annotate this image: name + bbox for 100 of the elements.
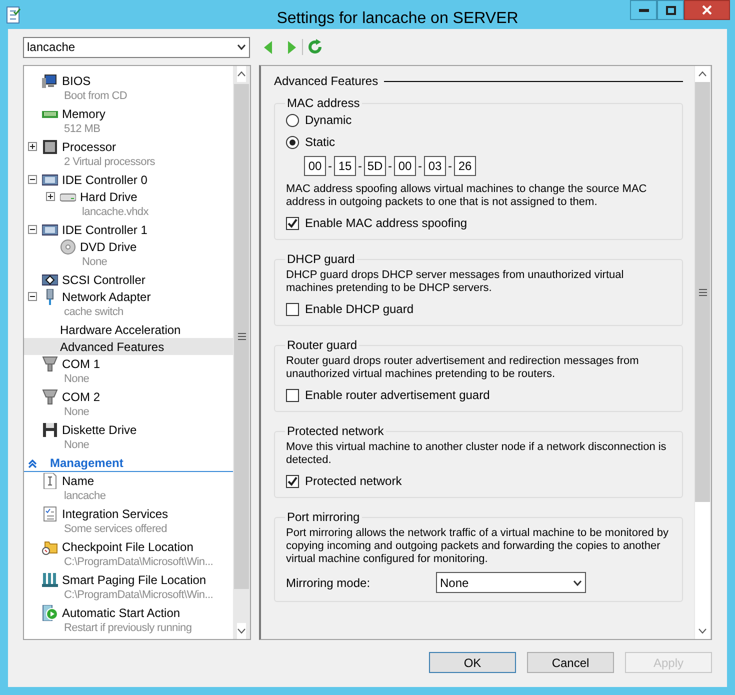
dialog-button[interactable]: OK bbox=[429, 652, 516, 673]
close-icon bbox=[702, 5, 712, 15]
group-title: DHCP guard bbox=[286, 251, 356, 268]
mac-octet-field[interactable]: 5D bbox=[364, 156, 386, 176]
vm-selector[interactable]: lancache bbox=[23, 36, 250, 58]
item-name: DVD Drive bbox=[80, 238, 137, 256]
mirroring-mode-dropdown[interactable]: None bbox=[436, 572, 586, 593]
group-title: Protected network bbox=[286, 423, 385, 440]
tree-item[interactable]: Smart Paging File Location C:\ProgramData\Microsoft\Win... bbox=[24, 571, 233, 604]
tree-item[interactable]: Name lancache bbox=[24, 472, 233, 505]
item-detail: lancache bbox=[64, 489, 106, 504]
item-detail: 2 Virtual processors bbox=[64, 155, 156, 170]
collapse-icon[interactable] bbox=[28, 225, 37, 234]
scroll-down-icon[interactable] bbox=[237, 623, 246, 639]
mac-octet-field[interactable]: 03 bbox=[424, 156, 446, 176]
item-name: Diskette Drive bbox=[62, 422, 137, 438]
tree-item[interactable]: IDE Controller 1 bbox=[24, 221, 233, 238]
tree-item[interactable]: Automatic Start Action Restart if previously running bbox=[24, 604, 233, 637]
item-name: COM 1 bbox=[62, 356, 100, 372]
description-text: Port mirroring allows the network traffic of a virtual machine to be monitored by copying incoming and outgoing packets and forwarding the copies to another virtual machine configured for monitoring. bbox=[286, 527, 670, 566]
checklist-icon bbox=[42, 506, 58, 522]
mac-octet-field[interactable]: 00 bbox=[394, 156, 416, 176]
tree-item[interactable]: BIOS Boot from CD bbox=[24, 72, 233, 105]
tree-item[interactable]: COM 2 None bbox=[24, 388, 233, 421]
mac-octet-field[interactable]: 15 bbox=[334, 156, 356, 176]
description-text: DHCP guard drops DHCP server messages from unauthorized virtual machines pretending to be DHCP servers. bbox=[286, 269, 625, 295]
radio-button[interactable]: Static bbox=[286, 134, 671, 150]
collapse-icon[interactable] bbox=[28, 292, 37, 301]
tree-item[interactable]: Advanced Features bbox=[24, 338, 233, 355]
item-detail: Boot from CD bbox=[64, 89, 128, 104]
scroll-thumb[interactable] bbox=[234, 84, 249, 589]
description-text: Router guard drops router advertisement and redirection messages from unauthorized virtual machines pretending to be routers. bbox=[286, 355, 640, 381]
scrollbar[interactable] bbox=[694, 66, 711, 639]
item-name: Checkpoint File Location bbox=[62, 538, 194, 556]
tree-item[interactable]: Hardware Acceleration bbox=[24, 321, 233, 338]
grip-icon bbox=[238, 333, 246, 340]
item-name: Hard Drive bbox=[80, 188, 138, 206]
expand-icon[interactable] bbox=[46, 192, 55, 201]
mac-octet-field[interactable]: 26 bbox=[454, 156, 476, 176]
close-button[interactable] bbox=[684, 0, 730, 20]
tree-item[interactable]: SCSI Controller bbox=[24, 271, 233, 288]
checkbox[interactable]: Protected network bbox=[286, 473, 671, 489]
description-text: Move this virtual machine to another cluster node if a network disconnection is detected. bbox=[286, 441, 668, 467]
item-name: Hardware Acceleration bbox=[60, 322, 181, 338]
tree-item[interactable]: Integration Services Some services offered bbox=[24, 505, 233, 538]
maximize-button[interactable] bbox=[657, 0, 684, 20]
item-detail: None bbox=[64, 372, 90, 388]
checkbox[interactable]: Enable router advertisement guard bbox=[286, 387, 671, 403]
radio-button[interactable]: Dynamic bbox=[286, 112, 671, 128]
mac-octet-field[interactable]: 00 bbox=[304, 156, 326, 176]
item-name: Integration Services bbox=[62, 506, 168, 522]
settings-window-icon bbox=[6, 6, 22, 24]
computer-icon bbox=[42, 72, 58, 88]
tree-item[interactable]: DVD Drive None bbox=[24, 238, 233, 271]
item-name: IDE Controller 1 bbox=[62, 222, 148, 238]
item-name: SCSI Controller bbox=[62, 272, 146, 288]
checkbox[interactable]: Enable DHCP guard bbox=[286, 301, 671, 317]
collapse-icon[interactable] bbox=[28, 175, 37, 184]
tree-item[interactable]: IDE Controller 0 bbox=[24, 171, 233, 188]
octet-separator: - bbox=[418, 158, 422, 175]
scrollbar[interactable] bbox=[233, 66, 250, 639]
item-name: Memory bbox=[62, 106, 106, 122]
dialog-button[interactable]: Cancel bbox=[527, 652, 614, 673]
item-name: IDE Controller 0 bbox=[62, 172, 148, 188]
checkbox[interactable]: Enable MAC address spoofing bbox=[286, 215, 671, 231]
collapse-chevron-icon[interactable] bbox=[28, 458, 37, 468]
item-detail: C:\ProgramData\Microsoft\Win... bbox=[64, 555, 214, 570]
scroll-up-icon[interactable] bbox=[237, 66, 246, 82]
folder-icon bbox=[42, 538, 58, 554]
serial-port-icon bbox=[42, 356, 58, 372]
controller-card-icon bbox=[42, 272, 58, 288]
tree-item[interactable]: Memory 512 MB bbox=[24, 105, 233, 138]
item-detail: Restart if previously running bbox=[64, 621, 192, 636]
item-detail: Some services offered bbox=[64, 522, 167, 538]
minimize-icon bbox=[638, 8, 648, 12]
tree-item[interactable]: Hard Drive lancache.vhdx bbox=[24, 188, 233, 221]
group-title: Router guard bbox=[286, 337, 358, 354]
group-title: Port mirroring bbox=[286, 509, 361, 526]
expand-icon[interactable] bbox=[28, 142, 37, 151]
scroll-thumb[interactable] bbox=[695, 82, 710, 502]
dropdown-caret-icon bbox=[237, 44, 246, 50]
item-detail: 512 MB bbox=[64, 122, 100, 138]
tree-item[interactable]: Network Adapter cache switch bbox=[24, 288, 233, 321]
tree-item[interactable]: Processor 2 Virtual processors bbox=[24, 138, 233, 171]
window-title: Settings for lancache on SERVER bbox=[276, 9, 520, 29]
tree-item[interactable]: Diskette Drive None bbox=[24, 421, 233, 454]
item-name: Smart Paging File Location bbox=[62, 572, 206, 588]
item-name: COM 2 bbox=[62, 388, 100, 406]
refresh-icon[interactable] bbox=[307, 39, 323, 55]
tree-item[interactable]: COM 1 None bbox=[24, 355, 233, 388]
scroll-down-icon[interactable] bbox=[695, 623, 710, 639]
grip-icon bbox=[698, 288, 706, 296]
minimize-button[interactable] bbox=[630, 0, 657, 20]
description-text: MAC address spoofing allows virtual machines to change the source MAC address in outgoing packets to one that is not assigned to them. bbox=[286, 183, 648, 209]
tree-item[interactable]: Checkpoint File Location C:\ProgramData\Microsoft\Win... bbox=[24, 538, 233, 571]
item-name: Automatic Start Action bbox=[62, 604, 180, 622]
chip-icon bbox=[42, 138, 58, 154]
controller-card-icon bbox=[42, 172, 58, 188]
scroll-up-icon[interactable] bbox=[695, 66, 710, 82]
item-name: Name bbox=[62, 472, 94, 490]
